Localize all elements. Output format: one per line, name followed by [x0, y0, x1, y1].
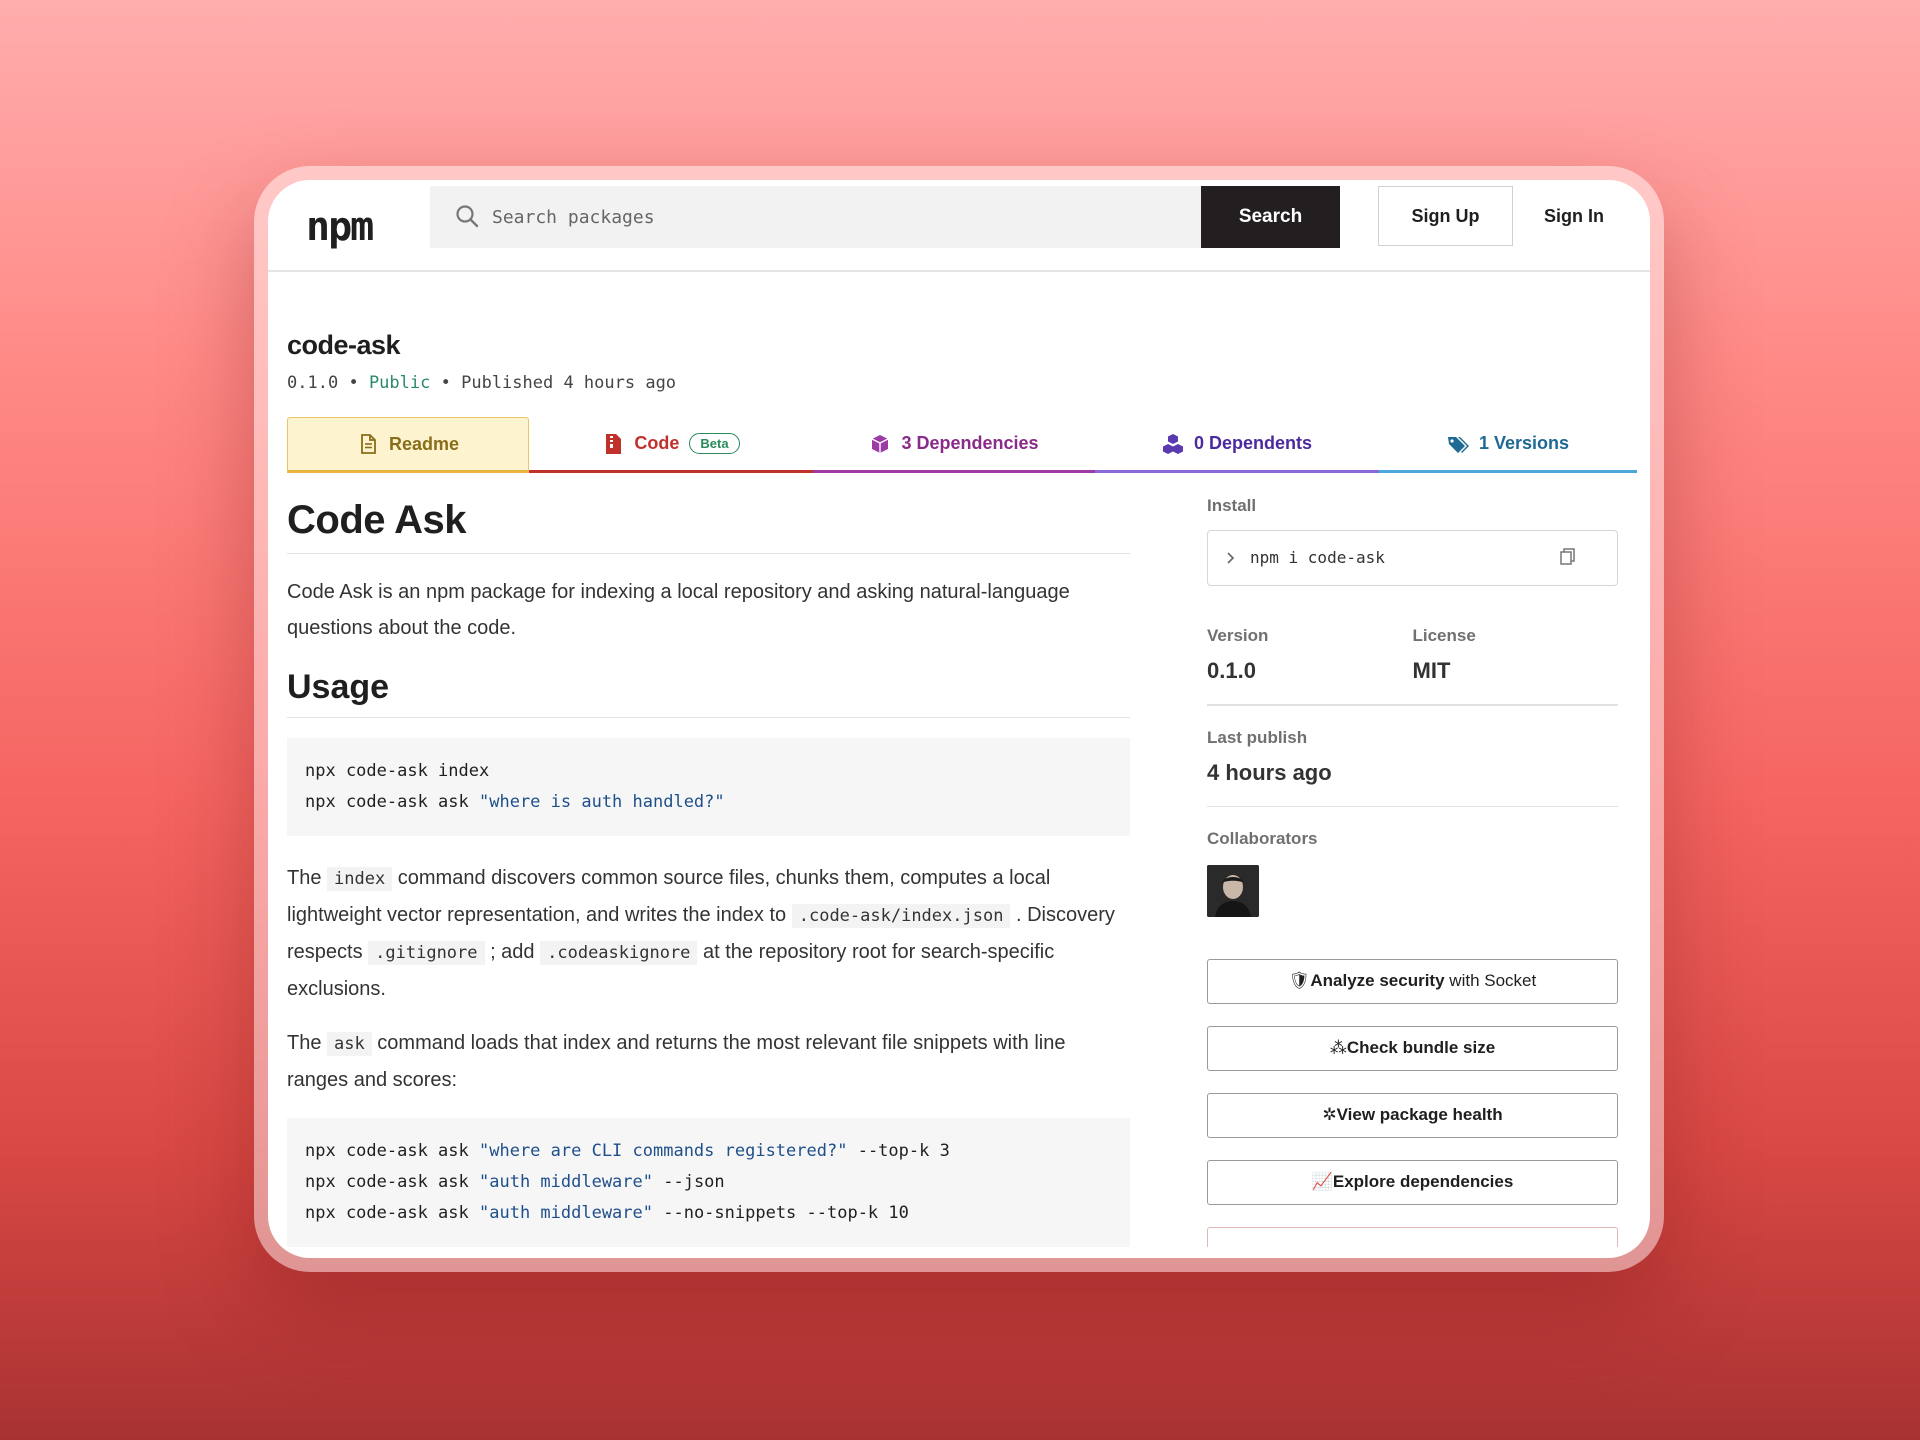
package-name: code-ask — [287, 330, 401, 360]
code-block-usage: npx code-ask index npx code-ask ask "whe… — [287, 738, 1130, 836]
readme-title: Code Ask — [287, 480, 1130, 554]
sign-in-button[interactable]: Sign In — [1524, 186, 1624, 246]
box-icon — [872, 434, 889, 453]
inline-code: .code-ask/index.json — [791, 904, 1011, 928]
version-label: Version — [1207, 626, 1269, 645]
version-value: 0.1.0 — [1207, 658, 1256, 683]
license-label: License — [1412, 626, 1476, 645]
inline-code: .gitignore — [368, 941, 485, 965]
install-command: npm i code-ask — [1250, 548, 1385, 567]
package-visibility: Public — [368, 373, 431, 393]
install-command-box[interactable]: npm i code-ask — [1207, 530, 1618, 586]
package-version: 0.1.0 — [287, 373, 339, 393]
document-icon — [361, 434, 376, 454]
tab-versions-label: 1 Versions — [1478, 433, 1570, 453]
readme-content: Code Ask Code Ask is an npm package for … — [287, 480, 1130, 1247]
readme-intro: Code Ask is an npm package for indexing … — [287, 581, 1070, 639]
tab-dependents[interactable]: 0 Dependents — [1095, 417, 1379, 473]
search-bar — [430, 186, 1202, 248]
tab-versions[interactable]: 1 Versions — [1379, 417, 1637, 473]
ask-paragraph: The ask command loads that index and ret… — [287, 1032, 1066, 1091]
sign-up-button[interactable]: Sign Up — [1378, 186, 1513, 246]
code-line: npx code-ask ask "auth middleware" --jso… — [305, 1172, 725, 1192]
beta-badge: Beta — [689, 433, 740, 454]
inline-code: index — [327, 867, 393, 891]
package-meta: 0.1.0 • Public • Published 4 hours ago — [287, 373, 676, 393]
package-sidebar: Install npm i code-ask Version 0.1.0 Lic… — [1207, 480, 1618, 1247]
chevron-right-icon — [1227, 552, 1235, 564]
shapes-icon: ⁂ — [1329, 1038, 1347, 1057]
code-line: npx code-ask index — [305, 761, 490, 781]
inline-code: ask — [327, 1032, 372, 1056]
last-publish-label: Last publish — [1207, 727, 1308, 747]
tab-code-label: Code — [634, 433, 680, 453]
tab-readme-label: Readme — [388, 433, 460, 454]
divider — [1207, 805, 1618, 807]
boxes-icon — [1162, 433, 1183, 454]
bug-icon: ✲ — [1322, 1105, 1337, 1124]
tab-dependencies-label: 3 Dependencies — [901, 433, 1039, 453]
index-paragraph: The index command discovers common sourc… — [287, 867, 1115, 1000]
shield-icon: 🛡 — [1288, 971, 1311, 990]
version-license-row: Version 0.1.0 License MIT — [1207, 626, 1618, 684]
usage-heading: Usage — [287, 668, 1130, 718]
last-publish-value: 4 hours ago — [1207, 759, 1332, 785]
code-line: npx code-ask ask "where are CLI commands… — [305, 1141, 950, 1161]
tab-code[interactable]: Code Beta — [529, 417, 813, 473]
inline-code: .codeaskignore — [540, 941, 698, 965]
check-bundle-size-button[interactable]: ⁂Check bundle size — [1207, 1026, 1618, 1071]
package-published: Published 4 hours ago — [461, 373, 677, 393]
avatar[interactable] — [1207, 865, 1259, 917]
npm-logo[interactable]: npm — [306, 204, 374, 250]
meta-separator: • — [348, 373, 359, 393]
tags-icon — [1447, 436, 1469, 453]
file-zip-icon — [606, 433, 622, 454]
collaborators-label: Collaborators — [1207, 829, 1318, 848]
tab-readme[interactable]: Readme — [287, 417, 529, 473]
view-package-health-button[interactable]: ✲View package health — [1207, 1093, 1618, 1138]
more-button[interactable] — [1207, 1227, 1618, 1247]
meta-separator: • — [440, 373, 451, 393]
chart-icon: 📈 — [1311, 1172, 1333, 1191]
copy-icon[interactable] — [1559, 547, 1577, 567]
analyze-security-button[interactable]: 🛡Analyze security with Socket — [1207, 959, 1618, 1004]
divider — [1207, 704, 1618, 706]
search-icon — [456, 205, 479, 228]
code-block-ask: npx code-ask ask "where are CLI commands… — [287, 1118, 1130, 1247]
search-button[interactable]: Search — [1201, 186, 1340, 248]
package-tabs: Readme Code Beta 3 Dependencies 0 Depend… — [287, 417, 1637, 473]
tab-dependents-label: 0 Dependents — [1193, 433, 1313, 453]
tab-dependencies[interactable]: 3 Dependencies — [813, 417, 1095, 473]
code-line: npx code-ask ask "auth middleware" --no-… — [305, 1203, 909, 1223]
top-header: npm Search Sign Up Sign In — [268, 180, 1650, 272]
search-input[interactable] — [492, 186, 1192, 248]
explore-dependencies-button[interactable]: 📈Explore dependencies — [1207, 1160, 1618, 1205]
install-label: Install — [1207, 496, 1257, 515]
collaborator-photo — [1207, 865, 1259, 917]
license-value: MIT — [1412, 658, 1451, 683]
code-line: npx code-ask ask "where is auth handled?… — [305, 792, 725, 812]
browser-window: npm Search Sign Up Sign In code-ask 0.1.… — [268, 180, 1650, 1258]
